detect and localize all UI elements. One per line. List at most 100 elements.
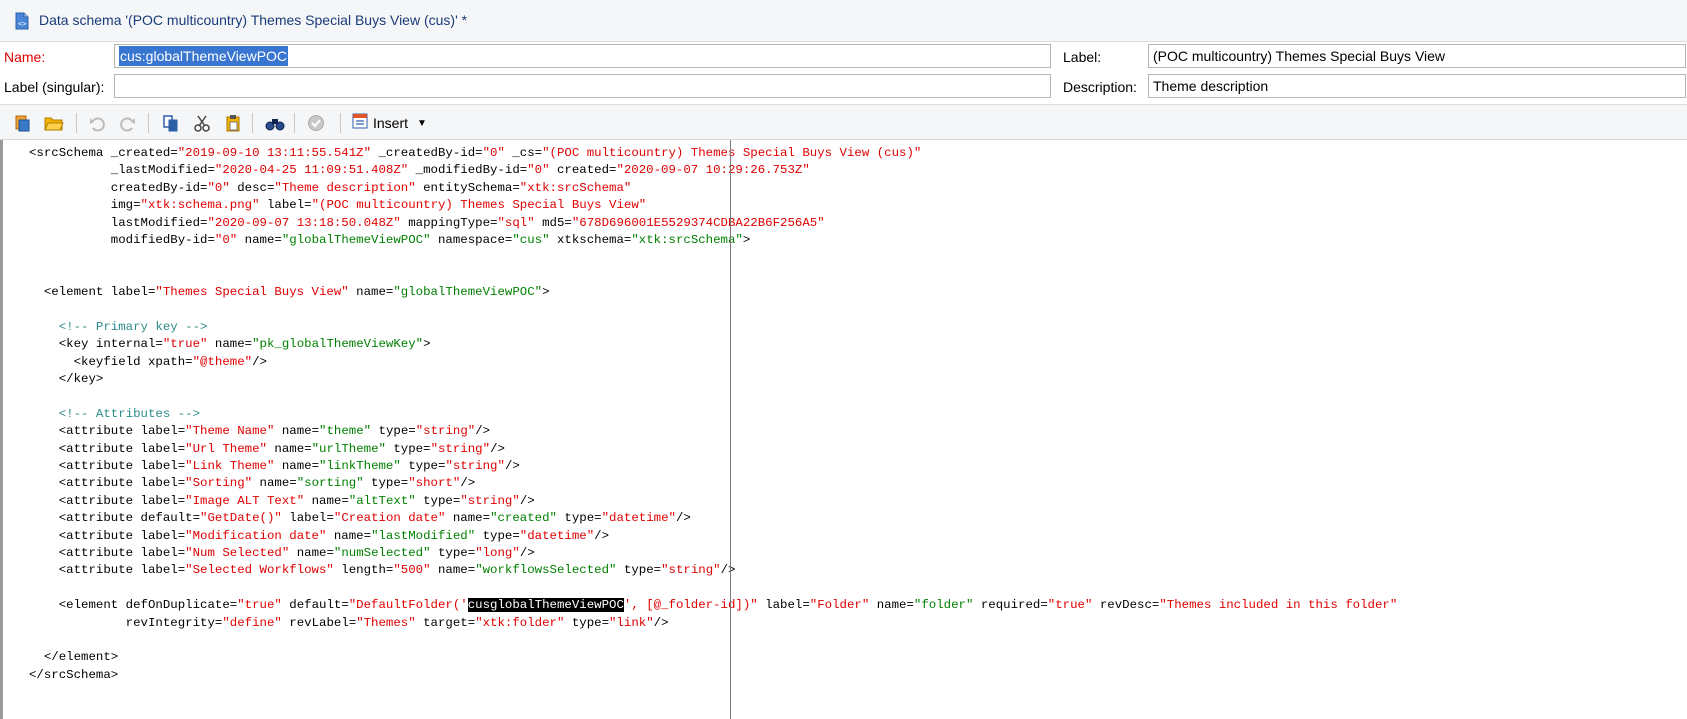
code-token: name= xyxy=(237,232,282,247)
code-line: <attribute label="Selected Workflows" le… xyxy=(29,562,1397,579)
code-token: /> xyxy=(475,424,491,439)
code-token: name= xyxy=(289,545,334,560)
code-token: name= xyxy=(274,459,320,474)
code-token: name= xyxy=(430,563,476,578)
editor-toolbar: Insert ▼ xyxy=(0,104,1687,140)
undo-icon[interactable] xyxy=(86,112,108,134)
label-label: Label: xyxy=(1063,49,1102,65)
code-token: /> xyxy=(504,459,520,474)
insert-button-label: Insert xyxy=(373,115,409,131)
find-icon[interactable] xyxy=(264,112,286,134)
name-value: cus:globalThemeViewPOC xyxy=(119,46,289,66)
code-token: "true" xyxy=(162,337,208,352)
insert-button[interactable]: Insert ▼ xyxy=(352,111,427,135)
xml-source-editor[interactable]: <srcSchema _created="2019-09-10 13:11:55… xyxy=(0,140,1687,719)
copy-icon[interactable] xyxy=(160,112,182,134)
code-token: type= xyxy=(475,528,520,543)
code-token: "Selected Workflows" xyxy=(185,563,334,578)
code-token: <attribute default= xyxy=(29,511,201,526)
code-token: "true" xyxy=(237,598,282,613)
description-label: Description: xyxy=(1063,79,1137,95)
code-token: "Theme description" xyxy=(274,180,416,195)
code-token: <attribute label= xyxy=(29,476,186,491)
code-token: /> xyxy=(519,493,535,508)
toolbar-separator xyxy=(76,113,77,133)
code-token: "Folder" xyxy=(809,598,870,613)
code-token: <keyfield xpath= xyxy=(29,354,193,369)
code-token: <attribute label= xyxy=(29,459,186,474)
code-token: type= xyxy=(400,459,446,474)
code-token: _modifiedBy-id= xyxy=(408,163,528,178)
code-token: "Themes included in this folder" xyxy=(1159,598,1398,613)
code-token: label= xyxy=(757,598,810,613)
code-token: "GetDate()" xyxy=(200,511,282,526)
code-token: revIntegrity= xyxy=(29,615,223,630)
code-token: <attribute label= xyxy=(29,563,186,578)
code-token: "link" xyxy=(609,615,654,630)
code-token: "xtk:schema.png" xyxy=(140,198,260,213)
description-input[interactable]: Theme description xyxy=(1148,74,1686,98)
label-input[interactable]: (POC multicountry) Themes Special Buys V… xyxy=(1148,44,1686,68)
code-token: type= xyxy=(415,493,461,508)
paste-icon[interactable] xyxy=(222,112,244,134)
code-line: <attribute label="Url Theme" name="urlTh… xyxy=(29,441,1397,458)
code-token: "Modification date" xyxy=(185,528,327,543)
code-token: name= xyxy=(207,337,253,352)
code-token: "xtk:folder" xyxy=(475,615,565,630)
code-token: required= xyxy=(973,598,1048,613)
code-token: /> xyxy=(720,563,736,578)
redo-icon[interactable] xyxy=(117,112,139,134)
code-token: /> xyxy=(490,441,505,456)
code-token: "Sorting" xyxy=(185,476,253,491)
code-token: "Link Theme" xyxy=(185,459,275,474)
selected-text: cusglobalThemeViewPOC xyxy=(467,598,624,613)
code-token: <attribute label= xyxy=(29,493,186,508)
code-token: _cs= xyxy=(504,146,543,160)
code-token: "(POC multicountry) Themes Special Buys … xyxy=(311,198,647,213)
code-token: ', [@_folder-id])" xyxy=(623,598,758,613)
open-folder-icon[interactable] xyxy=(43,112,65,134)
code-token: "Themes Special Buys View" xyxy=(155,285,349,300)
code-token: "linkTheme" xyxy=(319,459,401,474)
code-token: "Themes" xyxy=(356,615,416,630)
cut-icon[interactable] xyxy=(191,112,213,134)
code-token: > xyxy=(742,232,751,247)
code-token: "urlTheme" xyxy=(311,441,386,456)
code-token: "created" xyxy=(490,511,557,526)
code-token: /> xyxy=(675,511,691,526)
code-token: name= xyxy=(326,528,372,543)
code-token: "string" xyxy=(460,493,520,508)
code-line: <attribute label="Num Selected" name="nu… xyxy=(29,545,1397,562)
code-token: _lastModified= xyxy=(29,163,215,178)
code-token: <attribute label= xyxy=(29,545,186,560)
code-token: name= xyxy=(274,424,320,439)
code-token: /> xyxy=(653,615,669,630)
code-line: <!-- Primary key --> xyxy=(29,319,1397,336)
code-line: <attribute label="Sorting" name="sorting… xyxy=(29,475,1397,492)
label-singular-input[interactable] xyxy=(114,74,1051,98)
code-token: <element defOnDuplicate= xyxy=(29,598,238,613)
code-line: </srcSchema> xyxy=(29,667,1397,684)
code-line: </element> xyxy=(29,649,1397,666)
code-token: "workflowsSelected" xyxy=(475,563,617,578)
code-token: "0" xyxy=(527,163,550,178)
check-icon[interactable] xyxy=(305,112,327,134)
code-token: "globalThemeViewPOC" xyxy=(281,232,431,247)
code-token: "Num Selected" xyxy=(185,545,290,560)
new-schema-icon[interactable] xyxy=(11,112,33,134)
code-token: name= xyxy=(348,285,394,300)
code-line: img="xtk:schema.png" label="(POC multico… xyxy=(29,197,1397,214)
code-token: type= xyxy=(385,441,431,456)
code-line: <srcSchema _created="2019-09-10 13:11:55… xyxy=(29,145,1397,162)
code-token: name= xyxy=(252,476,297,491)
schema-document-icon: <> xyxy=(14,12,30,30)
name-label: Name: xyxy=(4,49,46,65)
code-token: length= xyxy=(333,563,394,578)
code-token: <!-- Attributes --> xyxy=(29,406,201,421)
name-input[interactable]: cus:globalThemeViewPOC xyxy=(114,44,1051,68)
code-token: "0" xyxy=(214,232,238,247)
code-token: </srcSchema> xyxy=(29,667,119,682)
xml-code[interactable]: <srcSchema _created="2019-09-10 13:11:55… xyxy=(29,145,1397,684)
code-token: "short" xyxy=(408,476,461,491)
code-token: "Image ALT Text" xyxy=(185,493,305,508)
